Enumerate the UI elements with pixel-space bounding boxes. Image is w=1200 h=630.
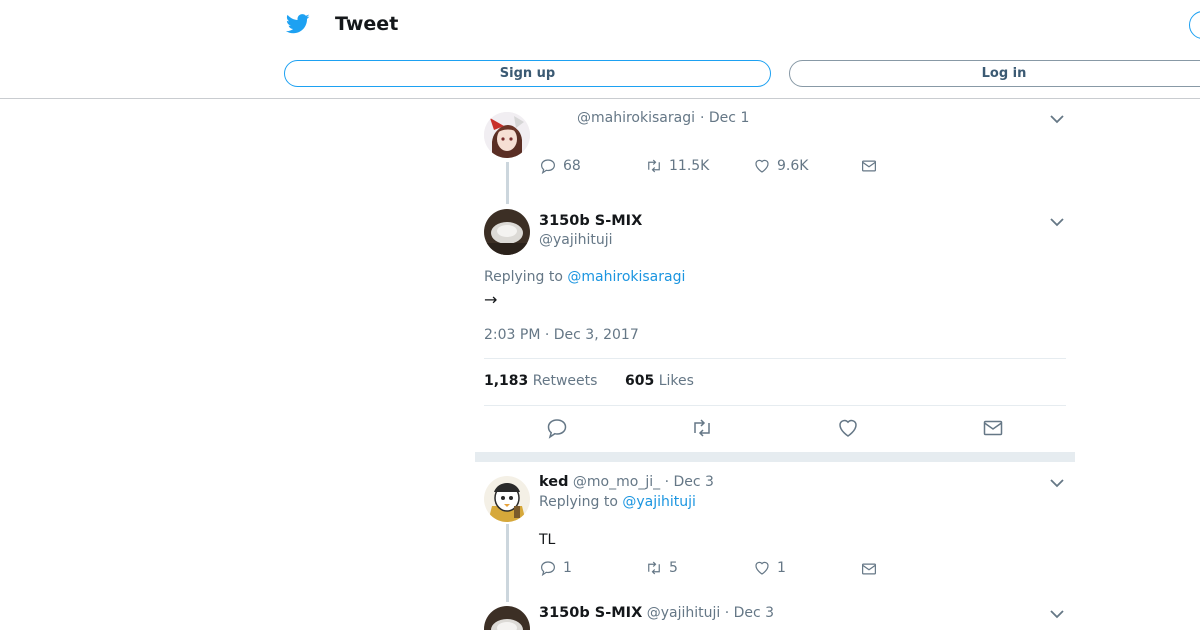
replying-to-line: Replying to @mahirokisaragi xyxy=(484,269,685,285)
retweet-count: 5 xyxy=(669,560,678,576)
tweet-author-name[interactable]: 3150b S-MIX xyxy=(539,605,642,621)
tweet-handle[interactable]: @yajihituji xyxy=(539,232,613,248)
reply-header: ked @mo_mo_ji_ · Dec 3 xyxy=(539,474,714,490)
retweet-action[interactable] xyxy=(690,416,714,440)
chevron-down-icon[interactable] xyxy=(1050,478,1064,488)
replying-to-line: Replying to @yajihituji xyxy=(539,494,696,510)
like-stats: 605 Likes xyxy=(625,373,694,389)
mail-icon xyxy=(983,420,1003,436)
reply-action[interactable] xyxy=(545,416,569,440)
replying-to-link[interactable]: @mahirokisaragi xyxy=(567,269,685,285)
like-count: 9.6K xyxy=(777,158,809,174)
retweet-total-label[interactable]: Retweets xyxy=(533,373,598,389)
retweet-total[interactable]: 1,183 xyxy=(484,373,528,389)
mail-icon xyxy=(862,160,876,172)
tweet-date[interactable]: · Dec 3 xyxy=(725,605,774,621)
chevron-down-icon[interactable] xyxy=(1050,217,1064,227)
replying-to-label: Replying to xyxy=(539,494,618,510)
chevron-down-icon[interactable] xyxy=(1050,114,1064,124)
reply-action[interactable]: 1 xyxy=(539,559,572,577)
direct-message-action[interactable] xyxy=(860,157,878,175)
reply-action[interactable]: 68 xyxy=(539,157,581,175)
search-button[interactable] xyxy=(1189,11,1200,39)
like-count: 1 xyxy=(777,560,786,576)
tweet-text: TL xyxy=(539,532,556,548)
tweet-stats: 1,183 Retweets xyxy=(484,373,597,389)
tweet-page: Tweet Sign up Log in @mahirokisaragi · D… xyxy=(0,0,1200,630)
avatar[interactable] xyxy=(484,209,530,255)
reply-icon xyxy=(547,419,567,439)
avatar[interactable] xyxy=(484,112,530,158)
thread-line xyxy=(506,524,509,602)
tweet-date[interactable]: · Dec 3 xyxy=(665,474,714,490)
like-total[interactable]: 605 xyxy=(625,373,654,389)
tweet-timestamp[interactable]: 2:03 PM · Dec 3, 2017 xyxy=(484,327,639,343)
divider xyxy=(484,405,1066,406)
reply-icon xyxy=(541,561,555,577)
reply-icon xyxy=(541,159,555,175)
heart-icon xyxy=(755,561,769,575)
tweet-author-name[interactable]: 3150b S-MIX xyxy=(539,213,642,229)
direct-message-action[interactable] xyxy=(981,416,1005,440)
tweet-text: → xyxy=(484,290,498,309)
tweet-date[interactable]: · Dec 1 xyxy=(700,110,749,126)
like-action[interactable]: 9.6K xyxy=(753,157,808,175)
retweet-action[interactable]: 11.5K xyxy=(645,157,709,175)
top-header: Tweet Sign up Log in xyxy=(0,0,1200,99)
retweet-icon xyxy=(648,159,660,173)
reply-header: 3150b S-MIX @yajihituji · Dec 3 xyxy=(539,605,774,621)
retweet-icon xyxy=(648,561,660,575)
retweet-count: 11.5K xyxy=(669,158,710,174)
chevron-down-icon[interactable] xyxy=(1050,609,1064,619)
divider xyxy=(484,358,1066,359)
sign-up-button[interactable]: Sign up xyxy=(284,60,771,87)
replying-to-label: Replying to xyxy=(484,269,563,285)
avatar[interactable] xyxy=(484,606,530,630)
section-separator xyxy=(475,452,1075,462)
heart-icon xyxy=(839,419,857,437)
like-action[interactable]: 1 xyxy=(753,559,786,577)
twitter-bird-icon[interactable] xyxy=(286,13,310,35)
reply-count: 68 xyxy=(563,158,581,174)
tweet-author-name[interactable]: ked xyxy=(539,474,568,490)
page-title: Tweet xyxy=(335,13,399,35)
log-in-button[interactable]: Log in xyxy=(789,60,1200,87)
like-action[interactable] xyxy=(836,416,860,440)
replying-to-link[interactable]: @yajihituji xyxy=(622,494,696,510)
tweet-handle[interactable]: @yajihituji xyxy=(647,605,721,621)
direct-message-action[interactable] xyxy=(860,560,878,578)
tweet-handle[interactable]: @mahirokisaragi xyxy=(577,110,695,126)
retweet-icon xyxy=(694,419,710,437)
retweet-action[interactable]: 5 xyxy=(645,559,678,577)
reply-count: 1 xyxy=(563,560,572,576)
like-total-label[interactable]: Likes xyxy=(659,373,694,389)
tweet-handle[interactable]: @mo_mo_ji_ xyxy=(573,474,660,490)
thread-line xyxy=(506,162,509,204)
mail-icon xyxy=(862,563,876,575)
avatar[interactable] xyxy=(484,476,530,522)
heart-icon xyxy=(755,159,769,173)
